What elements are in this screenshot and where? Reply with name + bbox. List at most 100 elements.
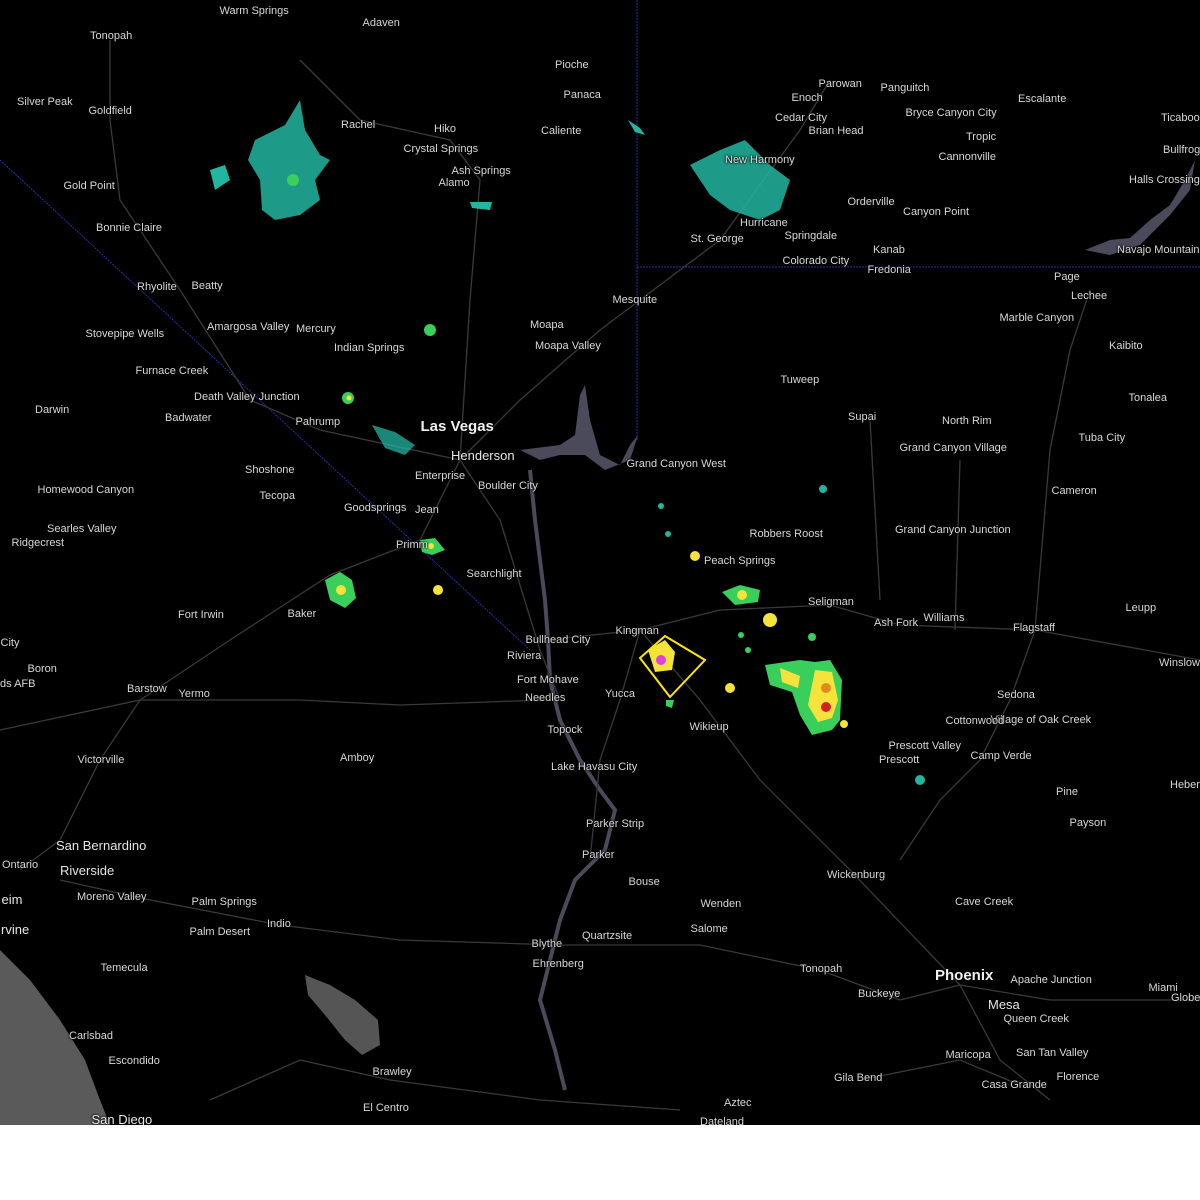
city-label: Salome (690, 922, 728, 935)
city-label: Blythe (531, 937, 563, 950)
city-label: Sedona (997, 688, 1035, 701)
city-label: Badwater (165, 411, 212, 424)
city-label: Grand Canyon Junction (895, 523, 1011, 536)
city-label: Alamo (438, 176, 470, 189)
city-label: Caliente (541, 124, 582, 137)
city-label: Ash Fork (874, 616, 919, 629)
city-label: Victorville (77, 753, 125, 766)
city-label: Death Valley Junction (194, 390, 300, 403)
city-label: Marble Canyon (999, 311, 1075, 324)
city-label: Temecula (100, 961, 148, 974)
city-label: Springdale (784, 229, 838, 242)
city-label: Leupp (1125, 601, 1157, 614)
city-label: Tuweep (780, 373, 820, 386)
city-label: Apache Junction (1010, 973, 1092, 986)
city-label: Indian Springs (334, 341, 405, 354)
city-label: Phoenix (935, 966, 994, 984)
city-label: Ticaboo (1161, 111, 1200, 124)
city-label: Bouse (628, 875, 660, 888)
city-label: Orderville (847, 195, 895, 208)
city-label: Gila Bend (834, 1071, 883, 1084)
roads (0, 40, 1200, 1111)
city-label: Cave Creek (955, 895, 1014, 908)
city-label: Grand Canyon West (626, 457, 726, 470)
city-label: Wickenburg (827, 868, 886, 881)
city-label: Tonopah (800, 962, 843, 975)
city-label: San Tan Valley (1016, 1046, 1089, 1059)
city-label: Dateland (700, 1115, 745, 1125)
city-label: Pahrump (295, 415, 341, 428)
city-label: San Bernardino (56, 837, 147, 853)
city-label: Lechee (1071, 289, 1108, 302)
city-label: Palm Springs (191, 895, 257, 908)
city-label: Primm (396, 538, 428, 551)
city-label: St. George (690, 232, 744, 245)
city-label: Warm Springs (219, 4, 289, 17)
city-label: Boron (27, 662, 57, 675)
salton-sea (305, 975, 380, 1055)
city-label: Casa Grande (981, 1078, 1047, 1091)
city-label: Globe (1171, 991, 1200, 1004)
city-label: Prescott (879, 753, 920, 766)
city-label: Peach Springs (704, 554, 776, 567)
city-label: Buckeye (858, 987, 901, 1000)
city-label: Homewood Canyon (37, 483, 135, 496)
lake-mead (520, 385, 638, 470)
city-label: Escalante (1018, 92, 1067, 105)
city-label: Maricopa (945, 1048, 991, 1061)
city-label: Searles Valley (47, 522, 117, 535)
city-label: Mesa (988, 996, 1020, 1012)
city-label: Bonnie Claire (96, 221, 163, 234)
city-label: Navajo Mountain (1117, 243, 1200, 256)
city-label: Hiko (434, 122, 457, 135)
city-label: Brian Head (808, 124, 864, 137)
map-canvas (0, 0, 1200, 1125)
city-label: Carlsbad (69, 1029, 114, 1042)
city-label: Riviera (507, 649, 542, 662)
radar-map[interactable]: Warm Springs Tonopah Adaven Pioche Panaca Sil… (0, 0, 1200, 1125)
city-label: Lake Havasu City (551, 760, 638, 773)
city-label: Hurricane (740, 216, 788, 229)
city-label: Las Vegas (420, 417, 494, 435)
city-label: Flagstaff (1013, 621, 1055, 634)
city-label: El Centro (363, 1101, 409, 1114)
city-label: Moapa Valley (535, 339, 601, 352)
city-label: Adaven (362, 16, 400, 29)
city-label: Palm Desert (189, 925, 251, 938)
city-label: Moreno Valley (77, 890, 147, 903)
city-label: Parker (582, 848, 615, 861)
city-label: Wenden (700, 897, 742, 910)
city-label: Parowan (818, 77, 862, 90)
city-label: Tonalea (1128, 391, 1168, 404)
city-label: Amargosa Valley (207, 320, 290, 333)
city-label: Escondido (108, 1054, 160, 1067)
city-label: Halls Crossing (1129, 173, 1200, 186)
city-label: Wikieup (689, 720, 729, 733)
city-label: Searchlight (466, 567, 522, 580)
city-label: ds AFB (0, 677, 36, 690)
city-label: Heber (1170, 778, 1200, 791)
city-label: Aztec (724, 1096, 752, 1109)
city-label: Darwin (35, 403, 70, 416)
city-label: North Rim (942, 414, 992, 427)
city-label: Queen Creek (1003, 1012, 1069, 1025)
city-label: Cedar City (775, 111, 827, 124)
city-label: Amboy (340, 751, 375, 764)
city-label: Robbers Roost (749, 527, 823, 540)
city-label: Goodsprings (344, 501, 407, 514)
city-label: Mesquite (612, 293, 658, 306)
city-label: Prescott Valley (888, 739, 962, 752)
city-label: Cannonville (938, 150, 996, 163)
city-label: Moapa (530, 318, 564, 331)
city-label: Goldfield (88, 104, 132, 117)
city-label: Yucca (605, 687, 635, 700)
city-label: New Harmony (725, 153, 795, 166)
city-label: Canyon Point (903, 205, 970, 218)
colorado-river (528, 469, 618, 1091)
city-label: City (0, 636, 20, 649)
city-label: Enterprise (415, 469, 466, 482)
city-label: Barstow (127, 682, 167, 695)
city-label: Needles (525, 691, 566, 704)
city-label: Camp Verde (970, 749, 1032, 762)
city-label: Colorado City (782, 254, 850, 267)
